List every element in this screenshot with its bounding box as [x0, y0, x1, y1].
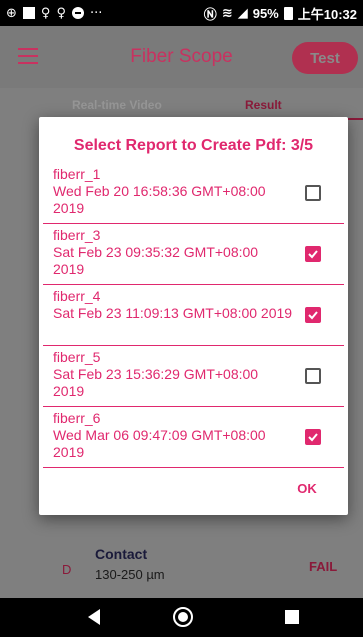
status-bar: ⊕ ♀ ♀ ··· Ⓝ ≋ ◢ 95% 上午10:32 — [0, 0, 363, 26]
list-item[interactable]: fiberr_1 Wed Feb 20 16:58:36 GMT+08:00 2… — [43, 163, 344, 224]
tab-result[interactable]: Result — [245, 98, 282, 112]
list-item[interactable]: fiberr_6 Wed Mar 06 09:47:09 GMT+08:00 2… — [43, 407, 344, 468]
select-report-dialog: Select Report to Create Pdf: 3/5 fiberr_… — [39, 117, 348, 515]
clock: 上午10:32 — [297, 6, 357, 22]
wifi-icon: ≋ — [221, 5, 233, 21]
report-checkbox[interactable] — [305, 368, 321, 384]
recents-icon[interactable] — [285, 610, 299, 624]
hotspot-icon: ♀ — [56, 5, 66, 21]
back-icon[interactable] — [86, 608, 102, 626]
zone-grade: D — [62, 562, 72, 577]
report-date: Sat Feb 23 09:35:32 GMT+08:00 2019 — [53, 244, 259, 277]
list-item[interactable]: fiberr_4 Sat Feb 23 11:09:13 GMT+08:00 2… — [43, 285, 344, 346]
more-icon: ··· — [89, 5, 103, 21]
report-list: fiberr_1 Wed Feb 20 16:58:36 GMT+08:00 2… — [43, 163, 344, 468]
zone-range: 130-250 µm — [95, 567, 165, 582]
report-name: fiberr_5 — [53, 349, 101, 365]
result-row: D Contact 130-250 µm FAIL — [0, 538, 363, 598]
report-date: Sat Feb 23 11:09:13 GMT+08:00 2019 — [53, 305, 293, 321]
report-name: fiberr_6 — [53, 410, 101, 426]
report-checkbox[interactable] — [305, 429, 321, 445]
report-checkbox[interactable] — [305, 307, 321, 323]
battery-percent: 95% — [252, 5, 279, 21]
dialog-title: Select Report to Create Pdf: 3/5 — [73, 137, 314, 154]
list-item[interactable]: fiberr_3 Sat Feb 23 09:35:32 GMT+08:00 2… — [43, 224, 344, 285]
tab-realtime-video[interactable]: Real-time Video — [72, 98, 162, 112]
report-name: fiberr_1 — [53, 166, 101, 182]
list-item[interactable]: fiberr_5 Sat Feb 23 15:36:29 GMT+08:00 2… — [43, 346, 344, 407]
app-bar: Fiber Scope Test — [0, 26, 363, 88]
notification-square-icon — [22, 7, 35, 19]
report-checkbox[interactable] — [305, 246, 321, 262]
app-icon: ⊕ — [6, 5, 17, 21]
battery-icon — [283, 6, 293, 20]
zone-status: FAIL — [309, 559, 338, 574]
test-button[interactable]: Test — [292, 42, 358, 74]
navigation-bar — [0, 598, 363, 637]
hotspot-icon: ♀ — [40, 5, 51, 21]
nfc-icon: Ⓝ — [203, 7, 217, 23]
report-date: Wed Mar 06 09:47:09 GMT+08:00 2019 — [53, 427, 266, 460]
report-checkbox[interactable] — [305, 185, 321, 201]
zone-name: Contact — [95, 546, 148, 562]
do-not-disturb-icon — [71, 7, 84, 19]
report-date: Wed Feb 20 16:58:36 GMT+08:00 2019 — [53, 183, 266, 216]
report-name: fiberr_4 — [53, 288, 101, 304]
signal-icon: ◢ — [237, 5, 248, 21]
report-date: Sat Feb 23 15:36:29 GMT+08:00 2019 — [53, 366, 259, 399]
ok-button[interactable]: OK — [289, 478, 325, 500]
home-icon[interactable] — [173, 607, 193, 627]
report-name: fiberr_3 — [53, 227, 101, 243]
